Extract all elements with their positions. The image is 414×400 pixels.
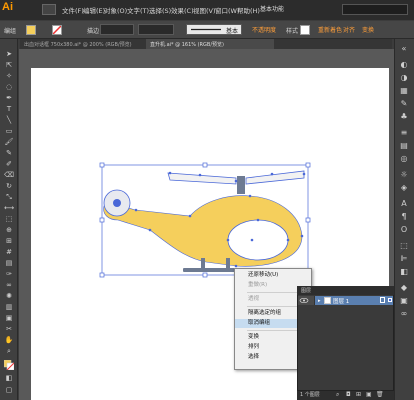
menu-item-isolate-label: 隔离选定的组 <box>248 310 282 316</box>
cockpit-window[interactable] <box>227 219 289 261</box>
menu-item-arrange-label: 排列 <box>248 344 260 350</box>
new-layer-icon[interactable]: ▣ <box>366 391 372 398</box>
menu-item-undo-label: 还原移动(U) <box>248 272 279 278</box>
menu-item-transform-label: 变换 <box>248 334 260 340</box>
locate-object-icon[interactable]: ⌕ <box>336 391 339 399</box>
menu-item-perspective-label: 透视 <box>248 296 260 302</box>
layer-visibility-toggle[interactable] <box>298 296 315 305</box>
landing-skid[interactable] <box>183 268 241 272</box>
eye-icon <box>299 297 309 304</box>
layer-thumbnail <box>324 297 331 304</box>
menu-item-redo-label: 重做(R) <box>248 282 268 288</box>
layer-name[interactable]: 图层 1 <box>333 297 349 305</box>
tail-rotor-hub[interactable] <box>113 199 121 207</box>
menu-item-select-label: 选择 <box>248 354 260 360</box>
layer-target-icon[interactable] <box>380 297 385 303</box>
layers-panel-tabbar <box>297 286 394 295</box>
clipping-mask-icon[interactable]: ◘ <box>346 391 351 398</box>
layers-tab[interactable]: 图层 <box>301 287 311 294</box>
expand-layer-icon[interactable]: ▸ <box>318 298 322 304</box>
layer-selection-indicator-icon[interactable] <box>388 298 392 302</box>
menu-item-ungroup-label: 取消编组 <box>248 320 271 326</box>
menu-item-undo-move[interactable]: 还原移动(U) <box>235 271 311 280</box>
delete-layer-icon[interactable]: 🗑 <box>376 391 384 398</box>
layers-count: 1 个图层 <box>300 392 320 398</box>
rotor-mast[interactable] <box>237 176 245 194</box>
new-sublayer-icon[interactable]: ⊞ <box>356 391 361 398</box>
